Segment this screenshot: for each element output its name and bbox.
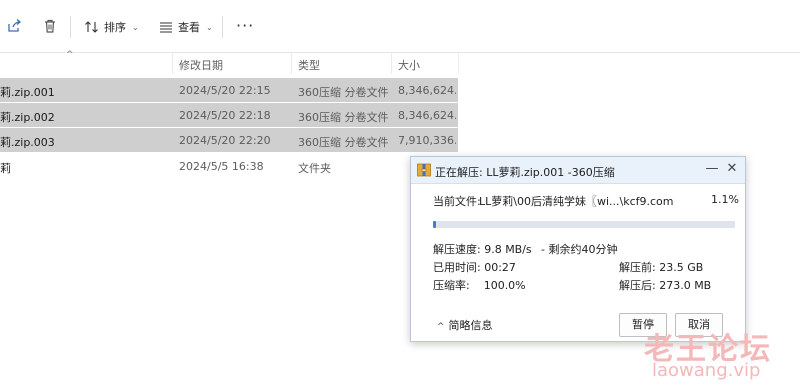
size-before: 解压前: 23.5 GB <box>619 261 704 274</box>
column-divider[interactable] <box>458 52 459 74</box>
sort-caret-icon: ^ <box>66 50 74 60</box>
file-type: 文件夹 <box>298 162 331 175</box>
chevron-up-icon: ^ <box>437 322 445 332</box>
extract-speed: 解压速度: 9.8 MB/s <box>433 243 532 256</box>
summary-toggle[interactable]: ^ 简略信息 <box>437 317 493 333</box>
explorer-toolbar: 排序 ⌄ 查看 ⌄ ··· <box>0 0 800 53</box>
view-button[interactable]: 查看 ⌄ <box>158 16 213 38</box>
toolbar-divider <box>222 16 223 38</box>
file-row[interactable]: 莉.zip.002 2024/5/20 22:18 360压缩 分卷文件 8,3… <box>0 103 458 127</box>
column-divider[interactable] <box>172 52 173 74</box>
file-date: 2024/5/20 22:15 <box>179 84 271 97</box>
column-divider[interactable] <box>391 52 392 74</box>
file-date: 2024/5/5 16:38 <box>179 160 264 173</box>
progress-bar <box>433 221 735 228</box>
sort-button[interactable]: 排序 ⌄ <box>84 16 139 38</box>
watermark-url: laowang.vip <box>652 360 761 381</box>
file-type: 360压缩 分卷文件 <box>298 86 389 99</box>
file-type: 360压缩 分卷文件 <box>298 136 389 149</box>
column-header-row: ^ 修改日期 类型 大小 <box>0 50 460 74</box>
toolbar-divider <box>70 16 71 38</box>
elapsed-time: 已用时间: 00:27 <box>433 261 516 274</box>
file-name: 莉.zip.003 <box>0 136 55 149</box>
extract-progress-dialog: 正在解压: LL萝莉.zip.001 -360压缩 — ✕ 当前文件: LL萝莉… <box>410 156 746 342</box>
file-name: 莉.zip.002 <box>0 111 55 124</box>
view-icon <box>160 22 172 33</box>
current-file-label: 当前文件: <box>433 195 481 208</box>
file-row[interactable]: 莉.zip.001 2024/5/20 22:15 360压缩 分卷文件 8,3… <box>0 78 458 102</box>
dialog-title-bar[interactable]: 正在解压: LL萝莉.zip.001 -360压缩 — ✕ <box>411 157 745 184</box>
current-file-path: LL萝莉\00后清纯学妹〖wi...\kcf9.com <box>479 195 674 208</box>
column-header-size[interactable]: 大小 <box>398 57 420 73</box>
archive-app-icon <box>417 163 431 177</box>
sort-icon <box>85 21 98 33</box>
column-divider[interactable] <box>291 52 292 74</box>
progress-bar-fill <box>433 221 437 228</box>
chevron-down-icon: ⌄ <box>132 22 139 32</box>
file-size: 8,346,624... <box>398 84 456 97</box>
delete-icon[interactable] <box>42 18 58 34</box>
file-date: 2024/5/20 22:18 <box>179 109 271 122</box>
more-options-button[interactable]: ··· <box>236 16 254 35</box>
column-header-date[interactable]: 修改日期 <box>179 57 223 73</box>
file-type: 360压缩 分卷文件 <box>298 111 389 124</box>
column-header-type[interactable]: 类型 <box>298 57 320 73</box>
summary-label: 简略信息 <box>448 319 493 332</box>
minimize-button[interactable]: — <box>703 160 721 178</box>
compression-ratio: 压缩率: 100.0% <box>433 279 526 292</box>
time-remaining: - 剩余约40分钟 <box>541 243 618 256</box>
sort-label: 排序 <box>104 21 126 34</box>
close-button[interactable]: ✕ <box>723 160 741 178</box>
file-size: 8,346,624... <box>398 109 456 122</box>
size-after: 解压后: 273.0 MB <box>619 279 712 292</box>
file-name: 莉 <box>0 162 11 175</box>
file-size: 7,910,336... <box>398 134 456 147</box>
file-name: 莉.zip.001 <box>0 86 55 99</box>
folder-row[interactable]: 莉 2024/5/5 16:38 文件夹 <box>0 154 458 178</box>
share-icon[interactable] <box>6 18 22 34</box>
file-row[interactable]: 莉.zip.003 2024/5/20 22:20 360压缩 分卷文件 7,9… <box>0 128 458 152</box>
chevron-down-icon: ⌄ <box>206 22 213 32</box>
view-label: 查看 <box>178 21 200 34</box>
file-date: 2024/5/20 22:20 <box>179 134 271 147</box>
progress-percent: 1.1% <box>711 193 739 206</box>
dialog-title: 正在解压: LL萝莉.zip.001 -360压缩 <box>435 166 615 179</box>
